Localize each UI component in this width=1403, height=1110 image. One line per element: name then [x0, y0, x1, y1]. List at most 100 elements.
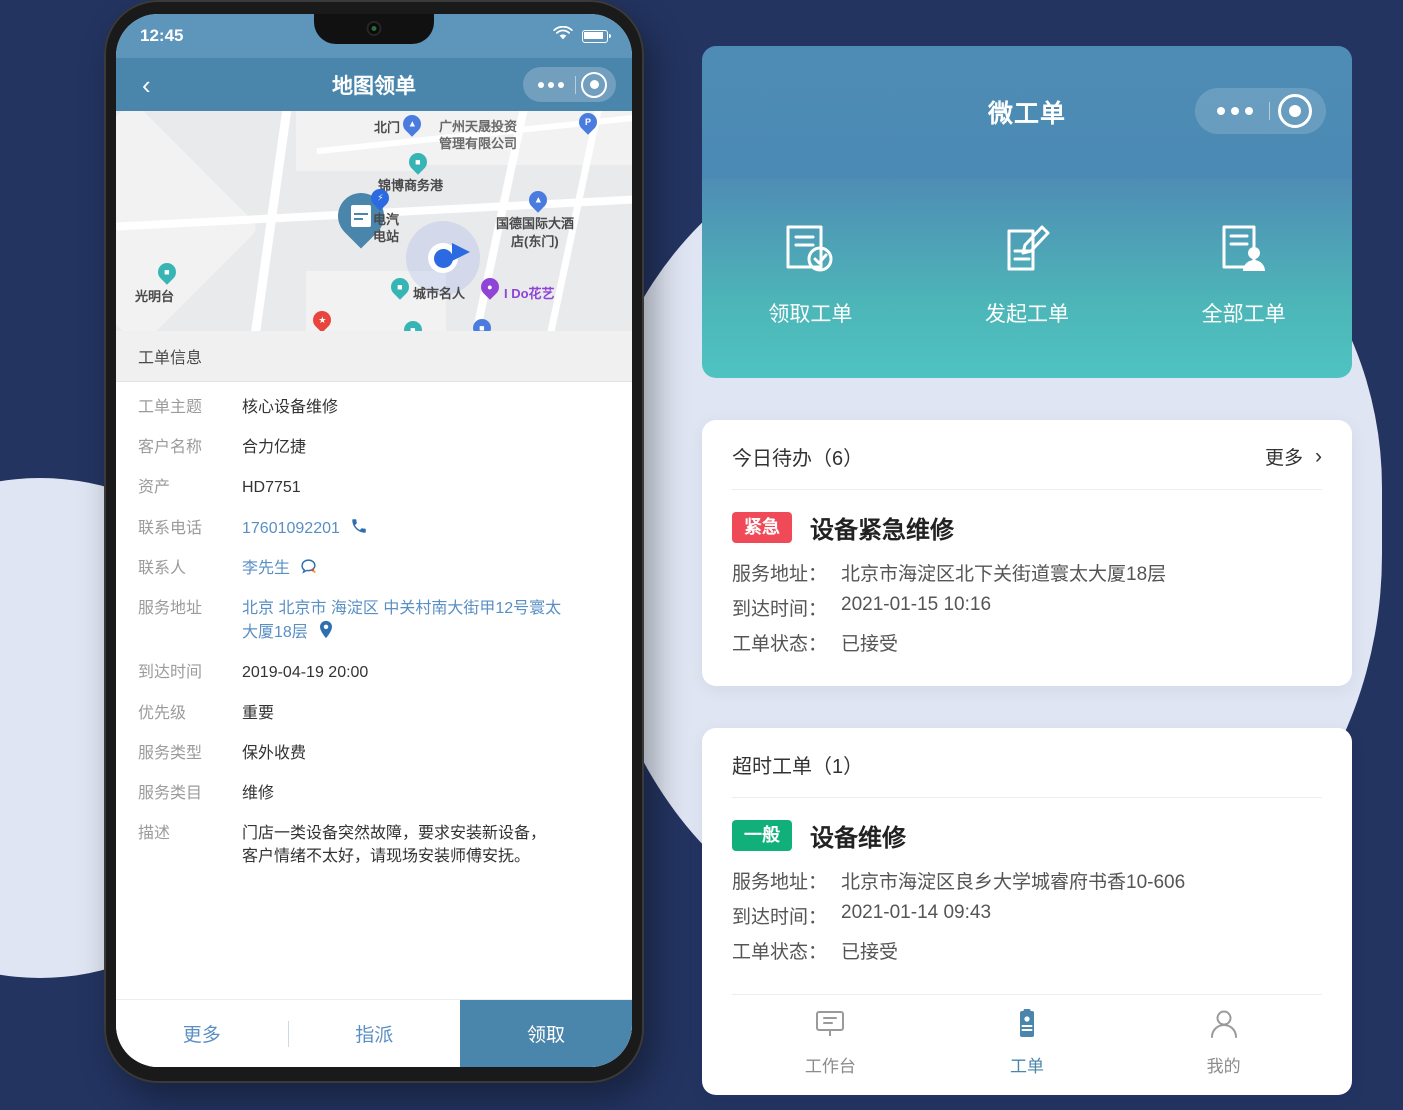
work-order-heading: 一般 设备维修	[732, 818, 1322, 853]
detail-value-contact[interactable]: 李先生	[242, 560, 290, 577]
assign-button[interactable]: 指派	[289, 1000, 461, 1067]
doc-edit-icon	[999, 221, 1055, 284]
card-title: 今日待办（6）	[732, 448, 864, 470]
detail-value: HD7751	[242, 479, 301, 497]
wifi-icon	[553, 25, 573, 46]
detail-label: 工单主题	[138, 399, 203, 416]
target-icon[interactable]	[1278, 94, 1312, 128]
work-order-item[interactable]: 一般 设备维修 服务地址： 北京市海淀区良乡大学城睿府书香10-606 到达时间…	[732, 798, 1322, 994]
today-todo-card: 今日待办（6） 更多 › 紧急 设备紧急维修 服务地址： 北京市海淀区北下关街道…	[702, 420, 1352, 686]
wechat-capsule[interactable]	[1195, 88, 1326, 134]
claim-button[interactable]: 领取	[460, 1000, 632, 1067]
work-order-detail-list: 工单主题 核心设备维修 客户名称 合力亿捷 资产 HD7751 联系电话 176…	[116, 382, 632, 962]
phone-mockup: 12:45 ‹ 地图领单 ▲ 北门 广州天晟投资 管理有限公司 P ■ 锦博商务…	[104, 0, 644, 1083]
map-poi-label: 国德国际大酒	[496, 216, 575, 231]
detail-value: 重要	[242, 704, 275, 722]
action-all-work-orders[interactable]: 全部工单	[1135, 221, 1352, 328]
field-value: 已接受	[841, 634, 899, 655]
front-camera-icon	[366, 21, 382, 36]
tab-workbench[interactable]: 工作台	[732, 1009, 929, 1077]
detail-value: 合力亿捷	[242, 439, 307, 457]
more-button[interactable]: 更多	[116, 1000, 288, 1067]
detail-label: 客户名称	[138, 439, 203, 457]
phone-action-bar: 更多 指派 领取	[116, 999, 632, 1067]
detail-label: 服务类目	[138, 784, 203, 802]
overdue-work-order-card: 超时工单（1） 一般 设备维修 服务地址： 北京市海淀区良乡大学城睿府书香10-…	[702, 728, 1352, 1095]
section-title: 工单信息	[116, 331, 632, 382]
field-value: 已接受	[841, 942, 899, 963]
detail-label: 到达时间	[138, 664, 203, 682]
detail-row: 工单主题 核心设备维修	[138, 396, 610, 419]
more-link[interactable]: 更多 ›	[1265, 443, 1322, 470]
workbench-icon	[814, 1009, 846, 1044]
field-key: 服务地址：	[732, 872, 828, 893]
status-indicators	[553, 25, 612, 46]
detail-row-description: 描述 门店一类设备突然故障，要求安装新设备，客户情绪不太好，请现场安装师傅安抚。	[138, 822, 610, 868]
work-order-field: 服务地址： 北京市海淀区北下关街道寰太大厦18层	[732, 559, 1322, 586]
map-poi-label: 锦博商务港	[378, 178, 444, 193]
map-poi-label: 城市名人	[413, 286, 466, 301]
person-icon	[1208, 1009, 1240, 1044]
mini-program-panel: 微工单 领取工单 发起工单 全部工单 今日待办（6） 更多 › 紧急 设备紧急维…	[702, 46, 1352, 1095]
detail-label: 优先级	[138, 704, 187, 722]
field-key: 到达时间：	[732, 907, 828, 928]
tab-work-orders[interactable]: 工单	[929, 1009, 1126, 1077]
detail-row-contact[interactable]: 联系人 李先生	[138, 557, 610, 580]
map-poi-label: 店(东门)	[511, 234, 559, 249]
work-order-field: 到达时间： 2021-01-15 10:16	[732, 594, 1322, 621]
field-key: 服务地址：	[732, 564, 828, 585]
field-key: 工单状态：	[732, 942, 828, 963]
field-value: 2021-01-14 09:43	[841, 902, 992, 923]
tab-label: 我的	[1206, 1057, 1241, 1076]
work-order-item[interactable]: 紧急 设备紧急维修 服务地址： 北京市海淀区北下关街道寰太大厦18层 到达时间：…	[732, 490, 1322, 686]
chat-icon[interactable]	[300, 558, 317, 580]
work-order-field: 工单状态： 已接受	[732, 629, 1322, 656]
map-view[interactable]: ▲ 北门 广州天晟投资 管理有限公司 P ■ 锦博商务港 ⚡ 电汽 电站 ▲ 国…	[116, 111, 632, 331]
status-badge: 紧急	[732, 512, 792, 543]
action-create-work-order[interactable]: 发起工单	[919, 221, 1136, 328]
detail-row: 到达时间 2019-04-19 20:00	[138, 661, 610, 684]
card-title: 超时工单（1）	[732, 756, 864, 778]
capsule-divider	[575, 75, 576, 94]
status-badge: 一般	[732, 820, 792, 851]
back-button[interactable]: ‹	[132, 68, 161, 102]
phone-icon[interactable]	[350, 517, 368, 540]
bottom-tabbar: 工作台 工单 我的	[732, 994, 1322, 1095]
work-order-title: 设备维修	[810, 825, 906, 852]
field-value: 北京市海淀区北下关街道寰太大厦18层	[841, 564, 1167, 585]
phone-navbar: ‹ 地图领单	[116, 58, 632, 111]
field-key: 到达时间：	[732, 599, 828, 620]
tab-label: 工单	[1010, 1057, 1044, 1076]
detail-value-description: 门店一类设备突然故障，要求安装新设备，客户情绪不太好，请现场安装师傅安抚。	[242, 825, 547, 866]
detail-value: 2019-04-19 20:00	[242, 664, 369, 682]
quick-actions: 领取工单 发起工单 全部工单	[702, 178, 1352, 378]
detail-value: 保外收费	[242, 744, 307, 762]
detail-row: 服务类型 保外收费	[138, 742, 610, 765]
work-order-field: 服务地址： 北京市海淀区良乡大学城睿府书香10-606	[732, 867, 1322, 894]
field-key: 工单状态：	[732, 634, 828, 655]
page-root: 12:45 ‹ 地图领单 ▲ 北门 广州天晟投资 管理有限公司 P ■ 锦博商务…	[0, 0, 1403, 1110]
location-pin-icon[interactable]	[318, 620, 334, 644]
tab-profile[interactable]: 我的	[1125, 1009, 1322, 1077]
detail-row-address[interactable]: 服务地址 北京 北京市 海淀区 中关村南大街甲12号寰太大厦18层	[138, 597, 610, 644]
more-dots-icon[interactable]	[527, 81, 575, 88]
detail-label: 服务类型	[138, 744, 203, 762]
mini-program-header: 微工单	[702, 46, 1352, 178]
map-poi-label: 电站	[373, 229, 400, 244]
detail-value-phone[interactable]: 17601092201	[242, 520, 340, 537]
detail-row-phone[interactable]: 联系电话 17601092201	[138, 517, 610, 540]
detail-row: 客户名称 合力亿捷	[138, 436, 610, 459]
building-pin-icon[interactable]: ■	[469, 315, 495, 331]
action-claim-work-order[interactable]: 领取工单	[702, 221, 919, 328]
more-dots-icon[interactable]	[1201, 107, 1269, 115]
target-icon[interactable]	[581, 71, 607, 98]
detail-label: 服务地址	[138, 599, 203, 617]
detail-value: 维修	[242, 784, 275, 802]
battery-icon	[582, 29, 612, 43]
work-order-title: 设备紧急维修	[810, 517, 954, 544]
wechat-capsule[interactable]	[523, 67, 616, 102]
action-label: 全部工单	[1201, 302, 1286, 326]
clipboard-icon	[1011, 1009, 1043, 1044]
detail-label: 联系电话	[138, 519, 203, 537]
detail-value-address[interactable]: 北京 北京市 海淀区 中关村南大街甲12号寰太大厦18层	[242, 600, 561, 641]
